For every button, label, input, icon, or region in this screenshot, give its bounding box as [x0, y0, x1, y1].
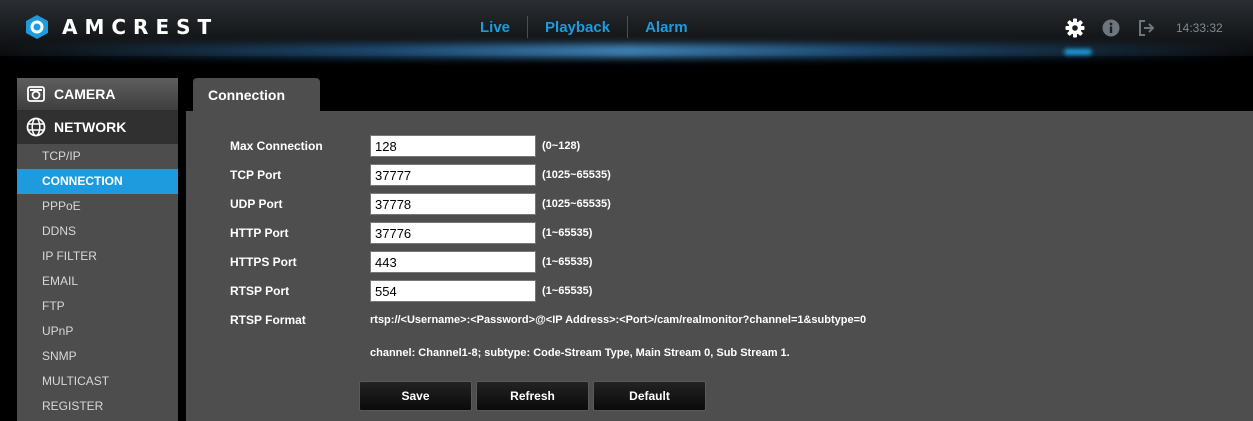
udp-port-input[interactable] [370, 193, 536, 215]
clock-time: 14:33:32 [1176, 21, 1223, 35]
nav-playback[interactable]: Playback [528, 19, 627, 36]
sidebar-category-camera[interactable]: CAMERA [17, 78, 178, 111]
sidebar-item-ddns[interactable]: DDNS [17, 219, 178, 244]
tab-connection[interactable]: Connection [193, 78, 320, 111]
top-navigation: Live Playback Alarm [463, 14, 705, 40]
https-port-range: (1~65535) [542, 256, 593, 268]
settings-gear-icon[interactable] [1064, 17, 1086, 39]
udp-port-range: (1025~65535) [542, 198, 611, 210]
settings-active-indicator [1064, 49, 1092, 55]
sidebar-item-tcpip[interactable]: TCP/IP [17, 144, 178, 169]
sidebar: CAMERA NETWORK TCP/IP CONNECTION PPPoE D… [17, 78, 178, 421]
http-port-input[interactable] [370, 222, 536, 244]
main-content: Connection Max Connection (0~128) TCP Po… [178, 78, 1253, 421]
top-bar: AMCREST Live Playback Alarm 14:33:32 [0, 0, 1253, 58]
sidebar-category-label: NETWORK [54, 119, 127, 135]
udp-port-label: UDP Port [230, 197, 283, 211]
info-icon[interactable] [1100, 17, 1122, 39]
tcp-port-range: (1025~65535) [542, 169, 611, 181]
sidebar-item-snmp[interactable]: SNMP [17, 344, 178, 369]
rtsp-format-row: RTSP Format rtsp://<Username>:<Password>… [230, 309, 866, 331]
save-button[interactable]: Save [359, 381, 472, 411]
amcrest-logo-icon [26, 15, 48, 39]
app-frame: AMCREST Live Playback Alarm 14:33:32 CAM… [0, 0, 1253, 421]
rtsp-port-row: RTSP Port (1~65535) [230, 280, 592, 302]
brand-logo: AMCREST [24, 13, 218, 41]
rtsp-port-label: RTSP Port [230, 284, 290, 298]
max-connection-row: Max Connection (0~128) [230, 135, 580, 157]
brand-name: AMCREST [62, 15, 219, 39]
form-actions: Save Refresh Default [359, 381, 710, 411]
sidebar-item-pppoe[interactable]: PPPoE [17, 194, 178, 219]
http-port-range: (1~65535) [542, 227, 593, 239]
default-button[interactable]: Default [593, 381, 706, 411]
sidebar-item-connection[interactable]: CONNECTION [17, 169, 178, 194]
tcp-port-label: TCP Port [230, 168, 282, 182]
http-port-row: HTTP Port (1~65535) [230, 222, 592, 244]
camera-icon [26, 84, 46, 104]
http-port-label: HTTP Port [230, 226, 289, 240]
sidebar-item-upnp[interactable]: UPnP [17, 319, 178, 344]
udp-port-row: UDP Port (1025~65535) [230, 193, 611, 215]
max-connection-range: (0~128) [542, 140, 581, 152]
https-port-input[interactable] [370, 251, 536, 273]
https-port-label: HTTPS Port [230, 255, 297, 269]
https-port-row: HTTPS Port (1~65535) [230, 251, 592, 273]
nav-alarm[interactable]: Alarm [628, 19, 705, 36]
sidebar-category-network[interactable]: NETWORK [17, 111, 178, 144]
sidebar-item-email[interactable]: EMAIL [17, 269, 178, 294]
sidebar-item-ip-filter[interactable]: IP FILTER [17, 244, 178, 269]
rtsp-format-label: RTSP Format [230, 313, 306, 327]
header-toolbar: 14:33:32 [1064, 17, 1223, 39]
nav-live[interactable]: Live [463, 19, 527, 36]
tcp-port-row: TCP Port (1025~65535) [230, 164, 611, 186]
sidebar-item-multicast[interactable]: MULTICAST [17, 369, 178, 394]
connection-settings-panel: Max Connection (0~128) TCP Port (1025~65… [186, 111, 1253, 421]
max-connection-input[interactable] [370, 135, 536, 157]
logout-icon[interactable] [1136, 17, 1158, 39]
sidebar-item-ftp[interactable]: FTP [17, 294, 178, 319]
rtsp-format-note: channel: Channel1-8; subtype: Code-Strea… [370, 347, 790, 359]
refresh-button[interactable]: Refresh [476, 381, 589, 411]
network-globe-icon [26, 117, 46, 137]
sidebar-item-register[interactable]: REGISTER [17, 394, 178, 419]
tcp-port-input[interactable] [370, 164, 536, 186]
rtsp-port-range: (1~65535) [542, 285, 593, 297]
rtsp-format-note-row: channel: Channel1-8; subtype: Code-Strea… [370, 342, 790, 364]
rtsp-port-input[interactable] [370, 280, 536, 302]
rtsp-format-value: rtsp://<Username>:<Password>@<IP Address… [370, 314, 867, 326]
max-connection-label: Max Connection [230, 139, 323, 153]
sidebar-category-label: CAMERA [54, 86, 116, 102]
